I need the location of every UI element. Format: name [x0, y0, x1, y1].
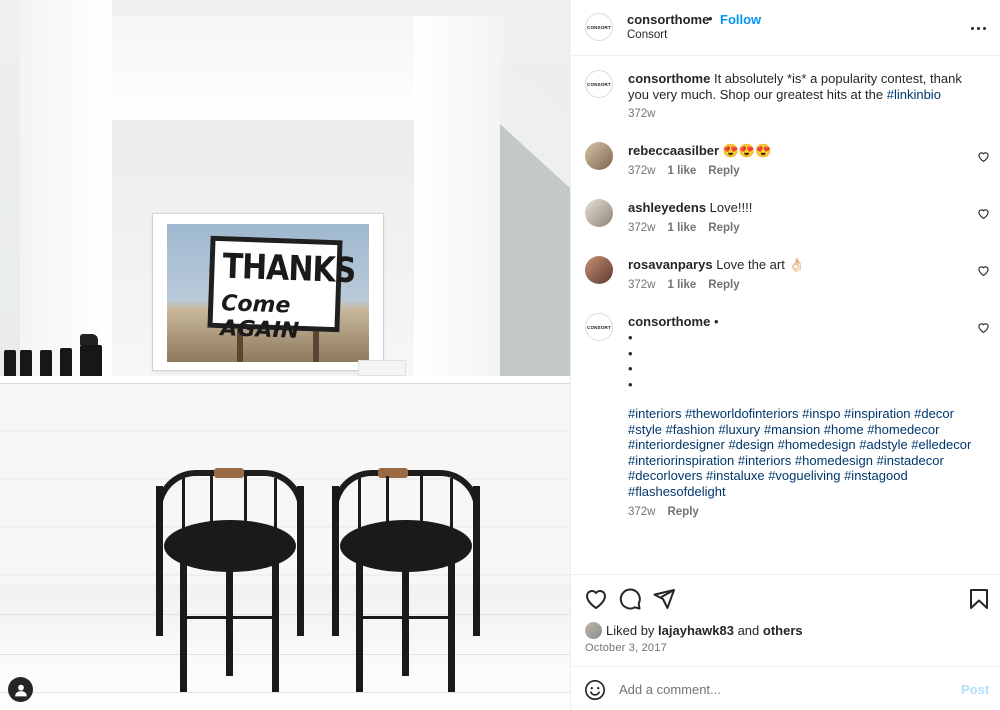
comment-text-block: ashleyedens Love!!!! [628, 200, 980, 216]
sign-line-1: THANKS [221, 246, 356, 292]
reply-button[interactable]: Reply [708, 279, 739, 291]
photo-niche-ceiling [112, 16, 414, 120]
comment-meta: 372w Reply [628, 506, 699, 518]
comment-composer: Post [571, 666, 1000, 710]
comment-likes[interactable]: 1 like [668, 165, 697, 177]
liked-by-others[interactable]: others [763, 623, 803, 638]
author-subtitle[interactable]: Consort [627, 29, 667, 41]
commenter-avatar[interactable]: CONSORT [585, 313, 613, 341]
comment-username[interactable]: rebeccaasilber [628, 143, 719, 158]
framed-print: THANKS Come AGAIN [152, 213, 384, 371]
liked-by: Liked by lajayhawk83 and others [585, 622, 803, 639]
comment-meta: 372w 1 like Reply [628, 222, 740, 234]
bottle [4, 350, 16, 378]
small-heart-icon[interactable] [977, 207, 990, 220]
spray-bottle [80, 345, 102, 378]
comment-input[interactable] [619, 677, 939, 701]
comment-icon[interactable] [618, 587, 642, 611]
post-comment-button[interactable]: Post [961, 682, 989, 697]
comment-time[interactable]: 372w [628, 506, 656, 518]
comment-hashtags[interactable]: #interiors #theworldofinteriors #inspo #… [628, 406, 980, 499]
comment-text-block: consorthome • [628, 314, 980, 330]
spray-nozzle [80, 334, 98, 345]
liked-by-prefix: Liked by [606, 623, 655, 638]
bottle [20, 350, 32, 378]
author-avatar[interactable]: CONSORT [585, 13, 613, 41]
post-details-panel: CONSORT consorthome • Follow Consort CON… [570, 0, 1000, 710]
reply-button[interactable]: Reply [708, 165, 739, 177]
liker-avatar[interactable] [585, 622, 602, 639]
reply-button[interactable]: Reply [708, 222, 739, 234]
post-header: CONSORT consorthome • Follow Consort [571, 0, 1000, 56]
comment-text: Love!!!! [709, 200, 753, 215]
liked-by-and: and [737, 623, 760, 638]
comment-meta: 372w 1 like Reply [628, 165, 740, 177]
comment-likes[interactable]: 1 like [668, 279, 697, 291]
comment-time[interactable]: 372w [628, 165, 656, 177]
comment-username[interactable]: rosavanparys [628, 257, 713, 272]
author-logo-text: CONSORT [587, 24, 611, 30]
liked-by-user[interactable]: lajayhawk83 [658, 623, 734, 638]
comment-text-block: rebeccaasilber 😍😍😍 [628, 143, 980, 159]
caption-meta: 372w [628, 108, 656, 120]
comment-dot: • [713, 314, 719, 329]
comment-username[interactable]: consorthome [628, 314, 710, 329]
heart-icon[interactable] [584, 587, 608, 611]
emoji-icon[interactable] [584, 679, 606, 701]
comment-meta: 372w 1 like Reply [628, 279, 740, 291]
commenter-avatar[interactable] [585, 199, 613, 227]
photo-column-right [414, 16, 504, 380]
header-separator: • [708, 11, 713, 26]
bottle [60, 348, 72, 378]
reply-button[interactable]: Reply [668, 506, 699, 518]
caption-text-block: consorthome It absolutely *is* a popular… [628, 71, 980, 103]
caption-avatar[interactable]: CONSORT [585, 70, 613, 98]
profile-icon [14, 684, 27, 696]
bookmark-icon[interactable] [967, 587, 991, 611]
print-image: THANKS Come AGAIN [167, 224, 369, 362]
chair-left [152, 466, 308, 694]
follow-button[interactable]: Follow [720, 12, 761, 27]
bottle [40, 350, 52, 378]
chair-right [328, 466, 484, 694]
commenter-avatar[interactable] [585, 256, 613, 284]
more-options-button[interactable] [967, 18, 989, 38]
caption-username[interactable]: consorthome [628, 71, 710, 86]
post-actions: Liked by lajayhawk83 and others October … [571, 574, 1000, 666]
comment-likes[interactable]: 1 like [668, 222, 697, 234]
tagged-profile-button[interactable] [8, 677, 33, 702]
more-icon [970, 26, 974, 30]
small-heart-icon[interactable] [977, 264, 990, 277]
photo-column-left [20, 0, 112, 380]
comment-dot-list: • • • • [628, 330, 633, 392]
comment-text: 😍😍😍 [722, 143, 772, 158]
comment-username[interactable]: ashleyedens [628, 200, 706, 215]
sign-line-2: Come AGAIN [219, 291, 300, 344]
author-username[interactable]: consorthome [627, 12, 709, 27]
comment-text-block: rosavanparys Love the art 👌🏻 [628, 257, 980, 273]
small-heart-icon[interactable] [977, 150, 990, 163]
commenter-avatar[interactable] [585, 142, 613, 170]
share-icon[interactable] [652, 587, 676, 611]
sign-board: THANKS Come AGAIN [207, 235, 356, 344]
post-date[interactable]: October 3, 2017 [585, 642, 667, 654]
comment-text: Love the art 👌🏻 [716, 257, 805, 272]
small-heart-icon[interactable] [977, 321, 990, 334]
post-photo[interactable]: THANKS Come AGAIN [0, 0, 570, 710]
comment-time[interactable]: 372w [628, 222, 656, 234]
photo-tray [358, 360, 406, 376]
caption-time[interactable]: 372w [628, 108, 656, 120]
comment-time[interactable]: 372w [628, 279, 656, 291]
photo-ledge [0, 376, 570, 384]
caption-hashtag[interactable]: #linkinbio [887, 87, 941, 102]
